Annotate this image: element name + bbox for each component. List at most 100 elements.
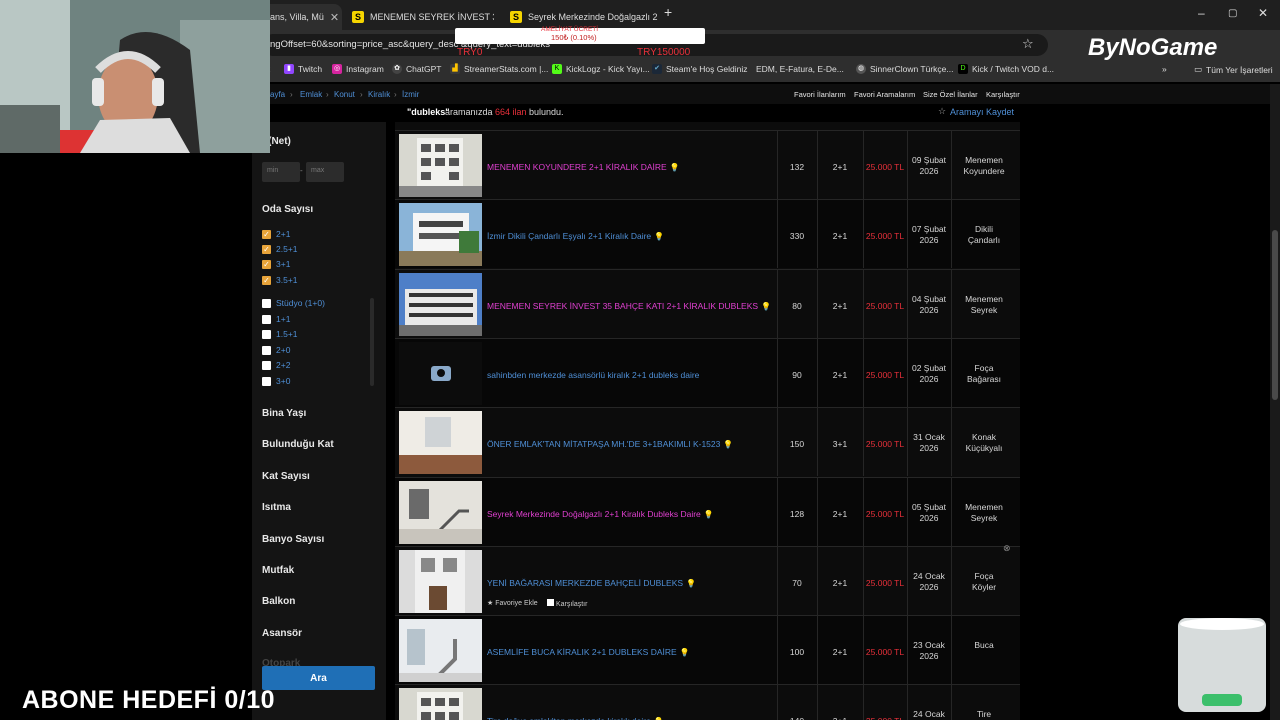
listing-thumbnail[interactable] <box>399 411 482 474</box>
bookmark-item[interactable]: ◎ Instagram <box>332 64 384 74</box>
filter-section[interactable]: Isıtma <box>262 502 291 513</box>
room-checkbox[interactable]: 1+1 <box>262 314 290 324</box>
bookmark-star-icon[interactable]: ☆ <box>1022 36 1034 52</box>
bookmark-item[interactable]: ✿ ChatGPT <box>392 64 441 74</box>
column-separator <box>777 616 778 684</box>
listing-row[interactable]: YENİ BAĞARASI MERKEZDE BAHÇELİ DUBLEKS 💡 ★… <box>395 543 1020 615</box>
listing-thumbnail[interactable] <box>399 273 482 336</box>
listing-date: 04 Şubat 2026 <box>907 294 951 316</box>
listing-title-text: YENİ BAĞARASI MERKEZDE BAHÇELİ DUBLEKS <box>487 578 684 588</box>
breadcrumb-item[interactable]: Konut <box>334 90 355 99</box>
room-checkbox[interactable]: 1.5+1 <box>262 329 298 339</box>
listing-title[interactable]: YENİ BAĞARASI MERKEZDE BAHÇELİ DUBLEKS 💡 <box>487 578 696 588</box>
nav-favorite-listings[interactable]: Favori İlanlarım <box>794 90 846 99</box>
listing-title[interactable]: İzmir Dikili Çandarlı Eşyalı 2+1 Kiralık… <box>487 231 664 241</box>
room-checkbox[interactable]: 3+0 <box>262 376 290 386</box>
browser-tab-1[interactable]: ans, Villa, Mü ✕ <box>262 4 342 30</box>
nav-special-listings[interactable]: Size Özel İlanlar <box>923 90 978 99</box>
listing-title[interactable]: ASEMLİFE BUCA KİRALIK 2+1 DUBLEKS DAİRE 💡 <box>487 647 690 657</box>
filter-section[interactable]: Bulunduğu Kat <box>262 439 334 450</box>
area-min-input[interactable]: min <box>262 162 300 182</box>
bookmark-item[interactable]: ✔ Steam'e Hoş Geldiniz <box>652 64 747 74</box>
listing-row[interactable]: ASEMLİFE BUCA KİRALIK 2+1 DUBLEKS DAİRE 💡… <box>395 615 1020 684</box>
filter-section[interactable]: Bina Yaşı <box>262 408 306 419</box>
listing-title[interactable]: ÖNER EMLAK'TAN MİTATPAŞA MH.'DE 3+1BAKIM… <box>487 439 733 449</box>
dismiss-icon[interactable]: ⊗ <box>1003 543 1011 554</box>
listing-row[interactable]: sahinbden merkezde asansörlü kiralık 2+1… <box>395 338 1020 407</box>
bookmarks-overflow[interactable]: » <box>1162 64 1167 74</box>
save-search-link[interactable]: Aramayı Kaydet <box>950 107 1014 117</box>
listing-row[interactable]: MENEMEN KOYUNDERE 2+1 KİRALIK DAİRE 💡 132 2… <box>395 130 1020 199</box>
bookmark-label: Tüm Yer İşaretleri <box>1206 64 1273 75</box>
listing-row[interactable]: Tire doğuş emlak'tan merkezde kiralık da… <box>395 684 1020 720</box>
listing-thumbnail[interactable] <box>399 203 482 266</box>
filter-room-title[interactable]: Oda Sayısı <box>262 204 313 215</box>
listing-thumbnail[interactable] <box>399 481 482 544</box>
listing-title-text: sahinbden merkezde asansörlü kiralık 2+1… <box>487 370 700 380</box>
breadcrumb-item[interactable]: Kiralık <box>368 90 390 99</box>
close-window-button[interactable]: ✕ <box>1258 6 1268 20</box>
listing-location: Menemen Seyrek <box>951 294 1017 316</box>
browser-tab-2[interactable]: S MENEMEN SEYREK İNVEST 35 B ✕ <box>344 4 494 30</box>
filter-section[interactable]: Balkon <box>262 596 295 607</box>
date-day: 31 Ocak <box>913 432 945 442</box>
nav-compare[interactable]: Karşılaştır <box>986 90 1020 99</box>
listing-title[interactable]: Seyrek Merkezinde Doğalgazlı 2+1 Kiralık… <box>487 509 714 519</box>
all-bookmarks[interactable]: ▭ Tüm Yer İşaretleri <box>1194 64 1273 75</box>
room-checkbox[interactable]: 2+2 <box>262 360 290 370</box>
bookmark-item[interactable]: D Kick / Twitch VOD d... <box>958 64 1054 74</box>
filter-section[interactable]: Asansör <box>262 628 302 639</box>
breadcrumb-separator: › <box>326 90 329 99</box>
bookmark-item[interactable]: ▟ StreamerStats.com |... <box>450 64 548 74</box>
listing-thumbnail[interactable] <box>399 688 482 720</box>
room-checkbox[interactable]: 2+0 <box>262 345 290 355</box>
minimize-button[interactable]: – <box>1198 6 1205 20</box>
listing-row[interactable]: MENEMEN SEYREK İNVEST 35 BAHÇE KATI 2+1 … <box>395 269 1020 338</box>
room-checkbox[interactable]: ✓ 3+1 <box>262 259 290 269</box>
bookmark-item[interactable]: ▮ Twitch <box>284 64 322 74</box>
compare-checkbox[interactable]: Karşılaştır <box>547 599 587 608</box>
listing-row[interactable]: ÖNER EMLAK'TAN MİTATPAŞA MH.'DE 3+1BAKIM… <box>395 407 1020 476</box>
checkbox-label: 1.5+1 <box>276 329 298 339</box>
filter-section[interactable]: Mutfak <box>262 565 294 576</box>
page-scrollbar[interactable] <box>1270 84 1280 720</box>
close-icon[interactable]: ✕ <box>330 11 339 24</box>
listing-row[interactable]: Seyrek Merkezinde Doğalgazlı 2+1 Kiralık… <box>395 477 1020 546</box>
column-separator <box>817 131 818 199</box>
room-checkbox[interactable]: ✓ 3.5+1 <box>262 275 298 285</box>
nav-favorite-searches[interactable]: Favori Aramalarım <box>854 90 915 99</box>
listing-thumbnail[interactable] <box>399 550 482 613</box>
breadcrumb-item[interactable]: İzmir <box>402 90 419 99</box>
room-checkbox[interactable]: ✓ 2.5+1 <box>262 244 298 254</box>
filter-section[interactable]: Banyo Sayısı <box>262 534 324 545</box>
listing-title[interactable]: Tire doğuş emlak'tan merkezde kiralık da… <box>487 716 664 720</box>
room-checkbox[interactable]: Stüdyo (1+0) <box>262 298 325 308</box>
listing-thumbnail[interactable] <box>399 134 482 197</box>
add-favorite-link[interactable]: ★ Favoriye Ekle <box>487 599 538 607</box>
room-list-scrollbar[interactable] <box>370 298 374 386</box>
new-tab-button[interactable]: + <box>664 4 672 20</box>
listing-thumbnail[interactable] <box>399 619 482 682</box>
listing-price: 25.000 TL <box>865 231 905 241</box>
listing-row[interactable]: İzmir Dikili Çandarlı Eşyalı 2+1 Kiralık… <box>395 199 1020 268</box>
listing-title-text: ÖNER EMLAK'TAN MİTATPAŞA MH.'DE 3+1BAKIM… <box>487 439 721 449</box>
room-checkbox[interactable]: ✓ 2+1 <box>262 229 290 239</box>
breadcrumb-item[interactable]: Emlak <box>300 90 322 99</box>
listing-title[interactable]: sahinbden merkezde asansörlü kiralık 2+1… <box>487 370 699 380</box>
listing-thumbnail[interactable] <box>399 342 482 405</box>
search-button[interactable]: Ara <box>262 666 375 690</box>
area-max-input[interactable]: max <box>306 162 344 182</box>
location-district: Menemen <box>965 502 1003 512</box>
listing-title[interactable]: MENEMEN SEYREK İNVEST 35 BAHÇE KATI 2+1 … <box>487 301 771 311</box>
listing-date: 31 Ocak 2026 <box>907 432 951 454</box>
listing-title[interactable]: MENEMEN KOYUNDERE 2+1 KİRALIK DAİRE 💡 <box>487 162 680 172</box>
subscriber-goal: ABONE HEDEFİ 0/10 <box>22 686 276 714</box>
bookmark-item[interactable]: EDM, E-Fatura, E-De... <box>756 64 844 74</box>
bookmark-item[interactable]: K KickLogz - Kick Yayı... <box>552 64 650 74</box>
listing-title-text: İzmir Dikili Çandarlı Eşyalı 2+1 Kiralık… <box>487 231 652 241</box>
listing-location: Foça Köyler <box>951 571 1017 593</box>
maximize-button[interactable]: ▢ <box>1228 8 1237 19</box>
scrollbar-thumb[interactable] <box>1272 230 1278 400</box>
bookmark-item[interactable]: ◍ SinnerClown Türkçe... <box>856 64 953 74</box>
filter-section[interactable]: Kat Sayısı <box>262 471 310 482</box>
